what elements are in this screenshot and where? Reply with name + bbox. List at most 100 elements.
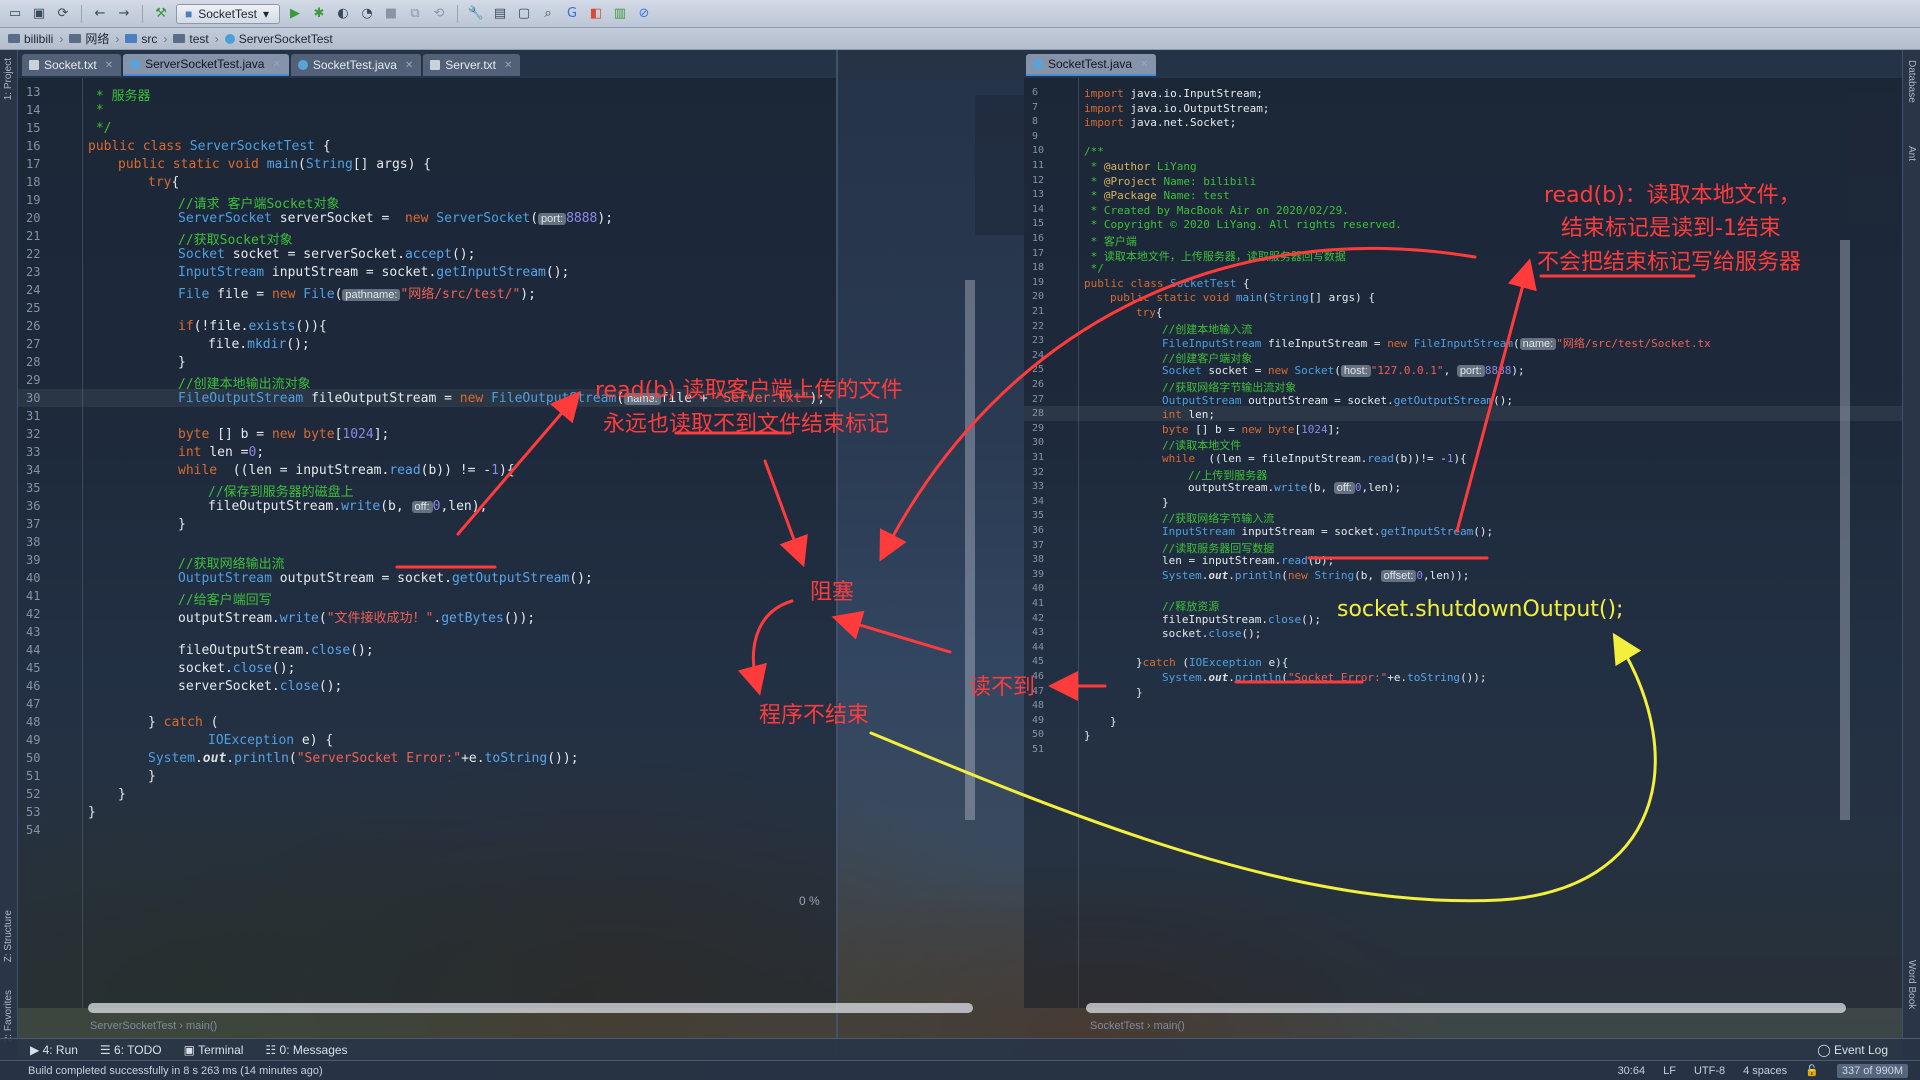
- code-line[interactable]: fileOutputStream.write(b, off: 0,len);: [208, 499, 487, 514]
- line-number[interactable]: 41: [26, 589, 40, 603]
- line-number[interactable]: 16: [26, 139, 40, 153]
- rerun-icon[interactable]: ⟲: [430, 5, 448, 23]
- tab-sockettest-java[interactable]: SocketTest.java ✕: [290, 54, 422, 76]
- code-line[interactable]: * Created by MacBook Air on 2020/02/29.: [1084, 204, 1349, 217]
- code-line[interactable]: OutputStream outputStream = socket.getOu…: [178, 571, 593, 586]
- line-number[interactable]: 35: [1032, 510, 1044, 521]
- line-number[interactable]: 29: [26, 373, 40, 387]
- search-icon[interactable]: ⌕: [539, 5, 557, 23]
- save-icon[interactable]: ▣: [30, 5, 48, 23]
- line-number[interactable]: 32: [26, 427, 40, 441]
- close-icon[interactable]: ✕: [504, 60, 512, 71]
- line-number[interactable]: 47: [26, 697, 40, 711]
- line-number[interactable]: 17: [26, 157, 40, 171]
- left-horizontal-scrollbar[interactable]: [88, 1003, 973, 1013]
- project-tool-button[interactable]: 1: Project: [3, 58, 14, 100]
- line-number[interactable]: 11: [1032, 160, 1044, 171]
- line-number[interactable]: 17: [1032, 248, 1044, 259]
- right-code-minimap[interactable]: [1848, 95, 1900, 225]
- code-line[interactable]: //释放资源: [1162, 598, 1219, 614]
- line-number[interactable]: 19: [26, 193, 40, 207]
- line-number[interactable]: 31: [1032, 452, 1044, 463]
- line-number[interactable]: 32: [1032, 467, 1044, 478]
- attach-icon[interactable]: ⧉: [406, 5, 424, 23]
- code-line[interactable]: len = inputStream.read(b);: [1162, 554, 1334, 567]
- line-number[interactable]: 49: [1032, 715, 1044, 726]
- line-number[interactable]: 37: [1032, 540, 1044, 551]
- code-line[interactable]: }: [88, 805, 96, 820]
- code-line[interactable]: }: [118, 787, 126, 802]
- forward-arrow-icon[interactable]: →: [115, 5, 133, 23]
- line-number[interactable]: 51: [1032, 744, 1044, 755]
- code-line[interactable]: * Copyright © 2020 LiYang. All rights re…: [1084, 218, 1402, 231]
- line-number[interactable]: 26: [26, 319, 40, 333]
- code-line[interactable]: *: [88, 103, 104, 118]
- line-number[interactable]: 35: [26, 481, 40, 495]
- line-number[interactable]: 31: [26, 409, 40, 423]
- tab-serversockettest-java[interactable]: ServerSocketTest.java ✕: [123, 54, 289, 76]
- sync-icon[interactable]: ⟳: [54, 5, 72, 23]
- editor-splitter[interactable]: [836, 50, 838, 1060]
- code-line[interactable]: int len =0;: [178, 445, 264, 460]
- chart-plugin-icon[interactable]: ▥: [611, 5, 629, 23]
- terminal-window-icon[interactable]: ▢: [515, 5, 533, 23]
- line-number[interactable]: 24: [1032, 350, 1044, 361]
- line-number[interactable]: 14: [26, 103, 40, 117]
- line-number[interactable]: 34: [26, 463, 40, 477]
- line-number[interactable]: 24: [26, 283, 40, 297]
- code-line[interactable]: * @Package Name: test: [1084, 189, 1230, 202]
- line-number[interactable]: 49: [26, 733, 40, 747]
- code-line[interactable]: }: [1162, 496, 1169, 509]
- terminal-tool-button[interactable]: ▣ Terminal: [184, 1043, 244, 1057]
- file-encoding[interactable]: UTF-8: [1694, 1065, 1725, 1077]
- code-line[interactable]: int len;: [1162, 408, 1215, 421]
- code-line[interactable]: //获取网络字节输出流对象: [1162, 379, 1296, 395]
- line-number[interactable]: 22: [1032, 321, 1044, 332]
- line-number[interactable]: 9: [1032, 131, 1038, 142]
- code-line[interactable]: }: [178, 355, 186, 370]
- word-book-tool-button[interactable]: Word Book: [1906, 960, 1917, 1009]
- wrench-settings-icon[interactable]: 🔧: [467, 5, 485, 23]
- breadcrumb-item[interactable]: ServerSocketTest: [224, 32, 333, 46]
- code-line[interactable]: import java.io.OutputStream;: [1084, 102, 1269, 115]
- code-line[interactable]: socket.close();: [1162, 627, 1261, 640]
- code-line[interactable]: //获取网络输出流: [178, 553, 285, 572]
- line-number[interactable]: 20: [1032, 291, 1044, 302]
- tab-sockettest-java[interactable]: SocketTest.java ✕: [1026, 54, 1157, 76]
- left-vertical-scrollbar[interactable]: [965, 280, 975, 820]
- breadcrumb-item[interactable]: src: [125, 32, 157, 46]
- code-line[interactable]: Socket socket = new Socket(host: "127.0.0…: [1162, 364, 1525, 378]
- no-entry-icon[interactable]: ⊘: [635, 5, 653, 23]
- code-line[interactable]: //创建客户端对象: [1162, 350, 1252, 366]
- todo-tool-button[interactable]: ☰ 6: TODO: [100, 1043, 162, 1057]
- code-line[interactable]: //获取Socket对象: [178, 229, 293, 248]
- line-number[interactable]: 16: [1032, 233, 1044, 244]
- line-number[interactable]: 40: [26, 571, 40, 585]
- profile-icon[interactable]: ◔: [358, 5, 376, 23]
- close-icon[interactable]: ✕: [1140, 59, 1148, 70]
- line-number[interactable]: 38: [1032, 554, 1044, 565]
- line-number[interactable]: 6: [1032, 87, 1038, 98]
- line-number[interactable]: 29: [1032, 423, 1044, 434]
- line-number[interactable]: 42: [26, 607, 40, 621]
- line-separator[interactable]: LF: [1663, 1065, 1676, 1077]
- database-tool-button[interactable]: Database: [1906, 60, 1917, 103]
- code-line[interactable]: * 读取本地文件，上传服务器，读取服务器回写数据: [1084, 248, 1346, 264]
- project-structure-icon[interactable]: ▤: [491, 5, 509, 23]
- code-line[interactable]: byte [] b = new byte[1024];: [178, 427, 389, 442]
- line-number[interactable]: 28: [1032, 408, 1044, 419]
- code-line[interactable]: }catch (IOException e){: [1136, 656, 1288, 669]
- line-number[interactable]: 43: [26, 625, 40, 639]
- code-line[interactable]: InputStream inputStream = socket.getInpu…: [1162, 525, 1493, 538]
- line-number[interactable]: 52: [26, 787, 40, 801]
- breadcrumb-item[interactable]: bilibili: [8, 32, 53, 46]
- line-number[interactable]: 23: [26, 265, 40, 279]
- line-number[interactable]: 33: [1032, 481, 1044, 492]
- code-line[interactable]: * @Project Name: bilibili: [1084, 175, 1257, 188]
- line-number[interactable]: 34: [1032, 496, 1044, 507]
- code-line[interactable]: }: [1110, 715, 1117, 728]
- line-number[interactable]: 41: [1032, 598, 1044, 609]
- line-number[interactable]: 15: [26, 121, 40, 135]
- line-number[interactable]: 43: [1032, 627, 1044, 638]
- indent-setting[interactable]: 4 spaces: [1743, 1065, 1787, 1077]
